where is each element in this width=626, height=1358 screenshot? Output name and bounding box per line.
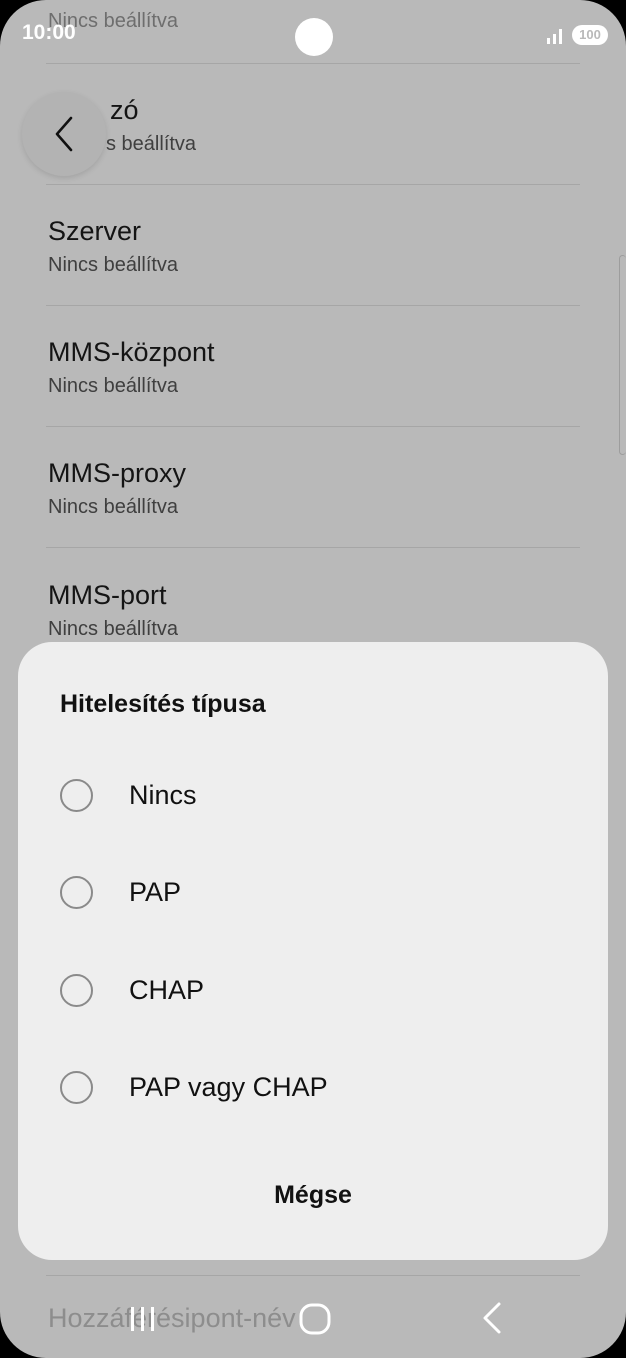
- option-label: CHAP: [129, 975, 205, 1005]
- divider: [46, 63, 580, 64]
- option-label: PAP: [129, 877, 182, 907]
- list-item-title: MMS-proxy: [48, 458, 187, 488]
- list-item-title: zó: [110, 95, 139, 125]
- list-item-subtitle: Nincs beállítva: [48, 618, 179, 640]
- option-pap-or-chap[interactable]: PAP vagy CHAP: [58, 1052, 578, 1122]
- home-icon[interactable]: [298, 1302, 332, 1336]
- divider: [46, 1275, 580, 1276]
- divider: [46, 184, 580, 185]
- radio-button[interactable]: [60, 974, 93, 1007]
- dialog-title: Hitelesítés típusa: [60, 690, 266, 718]
- divider: [46, 426, 580, 427]
- cancel-button[interactable]: Mégse: [213, 1162, 413, 1228]
- list-item-subtitle: s beállítva: [106, 133, 197, 155]
- scrollbar[interactable]: [619, 255, 626, 455]
- list-item-subtitle: Nincs beállítva: [48, 375, 179, 397]
- option-pap[interactable]: PAP: [58, 857, 578, 927]
- list-item-subtitle: Nincs beállítva: [48, 496, 179, 518]
- phone-screen: Nincs beállítva zó s beállítva Szerver N…: [0, 0, 626, 1358]
- option-label: Nincs: [129, 780, 197, 810]
- chevron-left-icon: [55, 116, 73, 152]
- recents-icon[interactable]: [128, 1304, 158, 1334]
- radio-button[interactable]: [60, 876, 93, 909]
- camera-cutout: [295, 18, 333, 56]
- option-nincs[interactable]: Nincs: [58, 760, 578, 830]
- signal-icon: [547, 29, 562, 44]
- divider: [46, 547, 580, 548]
- list-item-title: MMS-központ: [48, 337, 215, 367]
- back-button[interactable]: [22, 92, 106, 176]
- option-label: PAP vagy CHAP: [129, 1072, 328, 1102]
- list-item-title: MMS-port: [48, 580, 167, 610]
- back-icon[interactable]: [480, 1300, 504, 1336]
- status-time: 10:00: [22, 21, 76, 44]
- auth-type-dialog: Hitelesítés típusa Nincs PAP CHAP PAP va…: [18, 642, 608, 1260]
- list-item-title: Szerver: [48, 216, 142, 246]
- radio-button[interactable]: [60, 779, 93, 812]
- radio-button[interactable]: [60, 1071, 93, 1104]
- navigation-bar: [0, 1284, 626, 1358]
- divider: [46, 305, 580, 306]
- battery-icon: 100: [572, 25, 608, 45]
- list-item-subtitle: Nincs beállítva: [48, 254, 179, 276]
- option-chap[interactable]: CHAP: [58, 955, 578, 1025]
